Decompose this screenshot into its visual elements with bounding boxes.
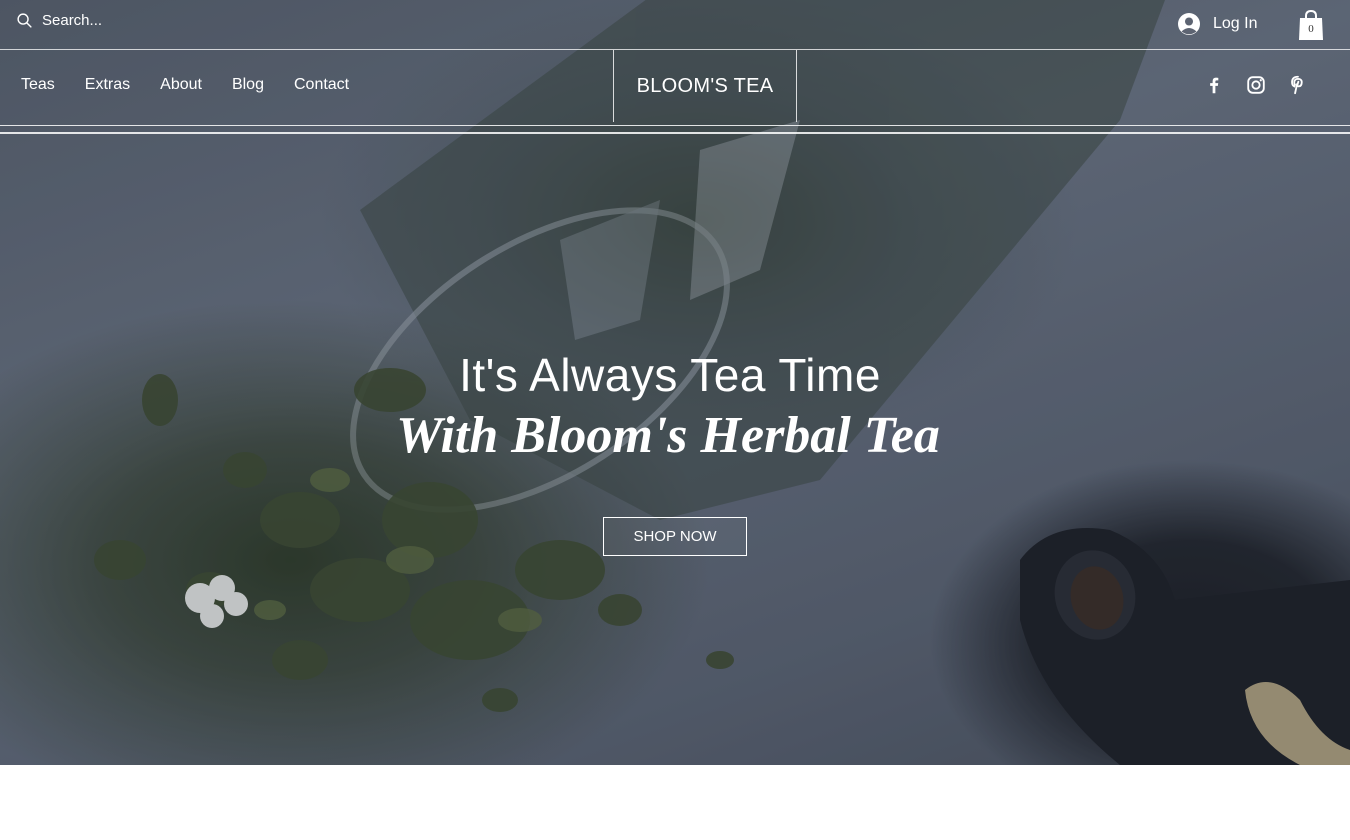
user-avatar-icon (1178, 13, 1200, 35)
pinterest-icon[interactable] (1287, 74, 1309, 96)
nav-item-teas[interactable]: Teas (21, 76, 55, 94)
search-icon (17, 13, 32, 28)
hero-subheadline: With Bloom's Herbal Tea (396, 407, 940, 464)
header-divider (0, 125, 1350, 126)
shop-now-button[interactable]: SHOP NOW (603, 517, 747, 556)
main-header: Teas Extras About Blog Contact BLOOM'S T… (0, 50, 1350, 137)
site-logo[interactable]: BLOOM'S TEA (613, 50, 797, 122)
login-label: Log In (1213, 15, 1258, 32)
search-input[interactable] (42, 12, 222, 29)
hero-headline: It's Always Tea Time (459, 349, 881, 401)
nav-item-extras[interactable]: Extras (85, 76, 130, 94)
login-button[interactable]: Log In (1177, 12, 1257, 36)
cart-button[interactable]: 0 (1297, 9, 1325, 41)
nav-item-blog[interactable]: Blog (232, 76, 264, 94)
nav-item-contact[interactable]: Contact (294, 76, 349, 94)
top-bar: Log In 0 (0, 0, 1350, 50)
facebook-icon[interactable] (1203, 74, 1225, 96)
hero-section: Log In 0 Teas Extras About Blog Contact … (0, 0, 1350, 765)
instagram-icon[interactable] (1245, 74, 1267, 96)
search-box[interactable] (16, 12, 222, 29)
cart-count-badge: 0 (1308, 23, 1314, 35)
nav-item-about[interactable]: About (160, 76, 202, 94)
social-links (1203, 74, 1309, 96)
header-divider-double (0, 132, 1350, 134)
main-nav: Teas Extras About Blog Contact (21, 76, 379, 94)
